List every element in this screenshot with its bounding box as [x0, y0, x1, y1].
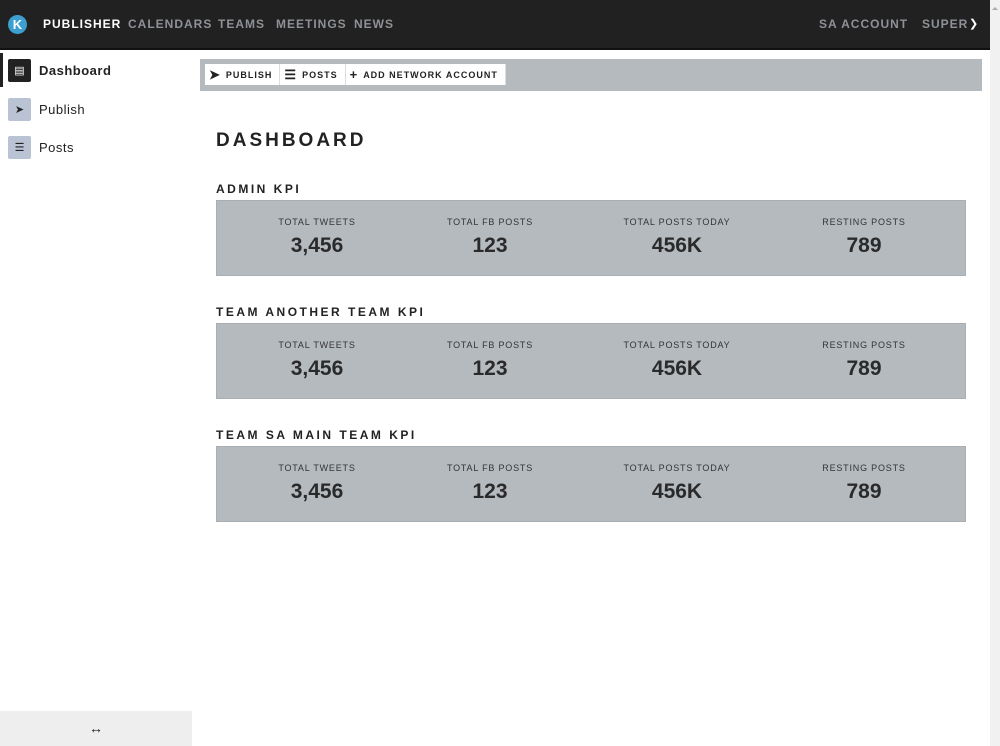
kpi-card: RESTING POSTS 789	[791, 447, 937, 521]
kpi-card: RESTING POSTS 789	[791, 324, 937, 398]
kpi-section: TEAM SA MAIN TEAM KPI TOTAL TWEETS 3,456 TO…	[216, 428, 966, 522]
page-title: DASHBOARD	[216, 130, 367, 151]
kpi-label: TOTAL POSTS TODAY	[623, 463, 731, 473]
sidebar-item-posts[interactable]: ☰ Posts	[0, 130, 192, 164]
chevron-down-icon[interactable]: ❯	[969, 17, 978, 30]
nav-news[interactable]: NEWS	[354, 17, 394, 31]
logo[interactable]: K	[8, 15, 27, 34]
kpi-card: TOTAL TWEETS 3,456	[217, 447, 417, 521]
list-icon: ☰	[284, 66, 298, 82]
kpi-value: 789	[846, 234, 882, 257]
kpi-section: TEAM ANOTHER TEAM KPI TOTAL TWEETS 3,456 TO…	[216, 305, 966, 399]
add-label: ADD NETWORK ACCOUNT	[363, 69, 498, 80]
posts-label: POSTS	[302, 69, 338, 80]
kpi-label: TOTAL POSTS TODAY	[623, 340, 731, 350]
kpi-card: TOTAL TWEETS 3,456	[217, 324, 417, 398]
kpi-value: 456K	[651, 357, 703, 380]
nav-publisher[interactable]: PUBLISHER	[43, 17, 121, 31]
sidebar-item-publish[interactable]: ➤ Publish	[0, 92, 192, 126]
kpi-label: TOTAL FB POSTS	[446, 340, 534, 350]
kpi-label: RESTING POSTS	[822, 340, 906, 350]
kpi-value: 123	[472, 480, 508, 503]
sidebar: ▤ Dashboard ➤ Publish ☰ Posts ↔	[0, 52, 192, 746]
kpi-panel: TOTAL TWEETS 3,456 TOTAL FB POSTS 123 TOTAL …	[216, 323, 966, 399]
nav-meetings[interactable]: MEETINGS	[276, 17, 347, 31]
nav-teams[interactable]: TEAMS	[218, 17, 265, 31]
plus-icon: +	[349, 67, 359, 82]
kpi-card: TOTAL POSTS TODAY 456K	[563, 201, 791, 275]
kpi-card: TOTAL FB POSTS 123	[417, 201, 563, 275]
kpi-label: TOTAL POSTS TODAY	[623, 217, 731, 227]
nav-account[interactable]: SA ACCOUNT	[819, 17, 908, 31]
posts-button[interactable]: ☰ POSTS	[280, 64, 346, 85]
kpi-value: 789	[846, 357, 882, 380]
publish-button[interactable]: ➤ PUBLISH	[205, 64, 281, 85]
kpi-panel: TOTAL TWEETS 3,456 TOTAL FB POSTS 123 TOTAL …	[216, 446, 966, 522]
kpi-label: TOTAL FB POSTS	[446, 217, 534, 227]
sidebar-item-label: Posts	[39, 139, 75, 155]
kpi-card: TOTAL FB POSTS 123	[417, 324, 563, 398]
kpi-label: RESTING POSTS	[822, 463, 906, 473]
nav-calendars[interactable]: CALENDARS	[128, 17, 212, 31]
sidebar-item-label: Dashboard	[39, 62, 112, 78]
add-network-account-button[interactable]: + ADD NETWORK ACCOUNT	[345, 64, 506, 85]
publish-label: PUBLISH	[225, 69, 273, 80]
send-icon: ➤	[209, 66, 221, 82]
kpi-label: RESTING POSTS	[822, 217, 906, 227]
kpi-card: TOTAL POSTS TODAY 456K	[563, 447, 791, 521]
user-menu[interactable]: SUPER	[922, 17, 968, 31]
sidebar-item-dashboard[interactable]: ▤ Dashboard	[0, 53, 192, 87]
section-title: TEAM ANOTHER TEAM KPI	[216, 305, 426, 319]
kpi-value: 3,456	[290, 480, 344, 503]
kpi-value: 456K	[651, 480, 703, 503]
kpi-card: TOTAL TWEETS 3,456	[217, 201, 417, 275]
kpi-value: 3,456	[290, 357, 344, 380]
chart-icon: ▤	[8, 58, 31, 82]
send-icon: ➤	[8, 97, 31, 121]
kpi-panel: TOTAL TWEETS 3,456 TOTAL FB POSTS 123 TOTAL …	[216, 200, 966, 276]
kpi-label: TOTAL TWEETS	[278, 463, 356, 473]
kpi-card: TOTAL FB POSTS 123	[417, 447, 563, 521]
kpi-value: 123	[472, 234, 508, 257]
kpi-card: RESTING POSTS 789	[791, 201, 937, 275]
kpi-section: ADMIN KPI TOTAL TWEETS 3,456 TOTAL FB POSTS…	[216, 182, 966, 276]
section-title: TEAM SA MAIN TEAM KPI	[216, 428, 417, 442]
kpi-card: TOTAL POSTS TODAY 456K	[563, 324, 791, 398]
sidebar-item-label: Publish	[39, 101, 86, 117]
kpi-label: TOTAL FB POSTS	[446, 463, 534, 473]
scrollbar[interactable]	[990, 0, 1000, 746]
kpi-value: 3,456	[290, 234, 344, 257]
kpi-label: TOTAL TWEETS	[278, 217, 356, 227]
list-icon: ☰	[8, 135, 31, 159]
toolbar: ➤ PUBLISH ☰ POSTS + ADD NETWORK ACCOUNT	[200, 59, 982, 91]
sidebar-resize-handle[interactable]: ↔	[0, 711, 192, 746]
kpi-value: 123	[472, 357, 508, 380]
kpi-value: 789	[846, 480, 882, 503]
kpi-label: TOTAL TWEETS	[278, 340, 356, 350]
kpi-value: 456K	[651, 234, 703, 257]
top-navbar: K PUBLISHER CALENDARS TEAMS MEETINGS NEW…	[0, 0, 990, 50]
section-title: ADMIN KPI	[216, 182, 302, 196]
